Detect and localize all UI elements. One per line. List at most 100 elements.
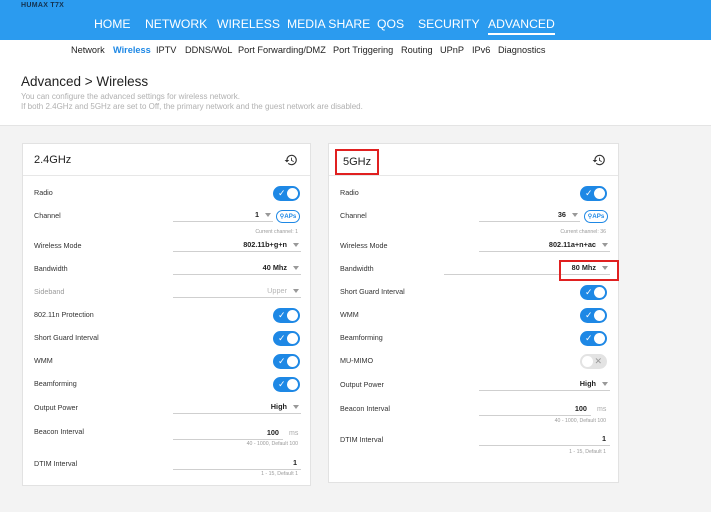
subnav-wireless[interactable]: Wireless [113, 45, 151, 55]
sgi-toggle[interactable]: ✓ [273, 331, 300, 346]
beacon-interval-value: 100 [266, 428, 279, 437]
subnav-network[interactable]: Network [71, 45, 105, 55]
output-power-select[interactable]: High [173, 402, 301, 414]
chevron-down-icon [265, 213, 271, 217]
chevron-down-icon [602, 243, 608, 247]
mumimo-toggle[interactable]: ✕ [580, 354, 607, 369]
row-sgi: Short Guard Interval ✓ [329, 283, 618, 303]
channel-value: 1 [254, 210, 259, 219]
highlight-box [559, 260, 619, 281]
nav-qos[interactable]: QOS [377, 17, 404, 31]
label-dtim: DTIM Interval [34, 459, 78, 468]
bandwidth-select[interactable]: 40 Mhz [173, 263, 301, 275]
label-beamforming: Beamforming [340, 333, 383, 342]
sgi-toggle[interactable]: ✓ [580, 285, 607, 300]
label-bandwidth: Bandwidth [34, 264, 68, 273]
subnav-routing[interactable]: Routing [401, 45, 433, 55]
dtim-hint: 1 - 15, Default 1 [261, 471, 298, 477]
panel-5ghz: 5GHz Radio ✓ Channel 36 ⚲APs Current cha… [328, 143, 619, 483]
label-beacon: Beacon Interval [340, 404, 390, 413]
wireless-mode-select[interactable]: 802.11a+n+ac [479, 240, 610, 252]
aps-button-label: APs [592, 213, 605, 220]
subnav-ddns-wol[interactable]: DDNS/WoL [185, 45, 232, 55]
row-radio: Radio ✓ [23, 184, 310, 204]
protection-toggle[interactable]: ✓ [273, 308, 300, 323]
nav-security[interactable]: SECURITY [418, 17, 480, 31]
beacon-interval-input[interactable]: 100 [479, 404, 591, 416]
subnav-upnp[interactable]: UPnP [440, 45, 464, 55]
label-sideband: Sideband [34, 287, 65, 296]
label-wireless-mode: Wireless Mode [340, 241, 388, 250]
nav-home[interactable]: HOME [94, 17, 131, 31]
beamforming-toggle[interactable]: ✓ [580, 331, 607, 346]
dtim-interval-value: 1 [292, 458, 297, 467]
panel-2-4ghz: 2.4GHz Radio ✓ Channel 1 ⚲APs Current ch… [22, 143, 311, 486]
radio-toggle[interactable]: ✓ [580, 186, 607, 201]
label-output-power: Output Power [34, 403, 78, 412]
nav-advanced[interactable]: ADVANCED [488, 17, 555, 35]
label-beamforming: Beamforming [34, 379, 77, 388]
nav-network[interactable]: NETWORK [145, 17, 207, 31]
row-sideband: Sideband Upper [23, 283, 310, 303]
panel-title-2-4ghz: 2.4GHz [34, 154, 72, 166]
beacon-hint: 40 - 1000, Default 100 [246, 441, 298, 447]
row-wmm: WMM ✓ [23, 352, 310, 372]
subnav-port-forwarding[interactable]: Port Forwarding/DMZ [238, 45, 326, 55]
chevron-down-icon [293, 266, 299, 270]
dtim-hint: 1 - 15, Default 1 [569, 449, 606, 455]
wmm-toggle[interactable]: ✓ [580, 308, 607, 323]
subnav-port-triggering[interactable]: Port Triggering [333, 45, 393, 55]
aps-scan-button[interactable]: ⚲APs [276, 210, 300, 223]
label-channel: Channel [340, 211, 367, 220]
label-sgi: Short Guard Interval [340, 287, 405, 296]
nav-media-share[interactable]: MEDIA SHARE [287, 17, 370, 31]
label-output-power: Output Power [340, 380, 384, 389]
row-channel: Channel 1 ⚲APs [23, 207, 310, 227]
panel-title-5ghz: 5GHz [335, 149, 380, 175]
label-wmm: WMM [34, 356, 53, 365]
row-beamforming: Beamforming ✓ [329, 329, 618, 349]
row-channel: Channel 36 ⚲APs [329, 207, 618, 227]
label-radio: Radio [34, 188, 53, 197]
dtim-interval-value: 1 [601, 434, 606, 443]
row-wireless-mode: Wireless Mode 802.11b+g+n [23, 237, 310, 257]
wmm-toggle[interactable]: ✓ [273, 354, 300, 369]
panel-header: 2.4GHz [23, 144, 310, 176]
nav-wireless[interactable]: WIRELESS [217, 17, 280, 31]
label-beacon: Beacon Interval [34, 427, 84, 436]
page-heading: Advanced > Wireless You can configure th… [0, 62, 711, 126]
row-bandwidth: Bandwidth 80 Mhz [329, 260, 619, 281]
output-power-select[interactable]: High [479, 379, 610, 391]
label-wireless-mode: Wireless Mode [34, 241, 82, 250]
channel-select[interactable]: 1 [173, 210, 273, 222]
subnav-diagnostics[interactable]: Diagnostics [498, 45, 546, 55]
row-beacon: Beacon Interval 100 ms [329, 400, 618, 420]
label-sgi: Short Guard Interval [34, 333, 99, 342]
row-output-power: Output Power High [329, 376, 618, 396]
subnav-ipv6[interactable]: IPv6 [472, 45, 490, 55]
dtim-interval-input[interactable]: 1 [173, 458, 301, 470]
output-power-value: High [270, 402, 287, 411]
beacon-unit: ms [289, 430, 299, 437]
beacon-unit: ms [597, 406, 607, 413]
dtim-interval-input[interactable]: 1 [479, 434, 610, 446]
subnav-iptv[interactable]: IPTV [156, 45, 176, 55]
channel-select[interactable]: 36 [479, 210, 580, 222]
sub-nav: Network Wireless IPTV DDNS/WoL Port Forw… [0, 40, 711, 62]
row-wmm: WMM ✓ [329, 306, 618, 326]
radio-toggle[interactable]: ✓ [273, 186, 300, 201]
channel-hint: Current channel: 36 [560, 229, 606, 235]
beamforming-toggle[interactable]: ✓ [273, 377, 300, 392]
history-icon[interactable] [284, 153, 298, 167]
wireless-mode-select[interactable]: 802.11b+g+n [173, 240, 301, 252]
row-wireless-mode: Wireless Mode 802.11a+n+ac [329, 237, 618, 257]
label-bandwidth: Bandwidth [340, 264, 374, 273]
row-mumimo: MU-MIMO ✕ [329, 352, 618, 372]
page-description: You can configure the advanced settings … [21, 92, 240, 101]
history-icon[interactable] [592, 153, 606, 167]
sideband-value: Upper [267, 286, 287, 295]
beacon-interval-input[interactable]: 100 [173, 428, 283, 440]
label-dtim: DTIM Interval [340, 435, 384, 444]
label-radio: Radio [340, 188, 359, 197]
aps-scan-button[interactable]: ⚲APs [584, 210, 608, 223]
